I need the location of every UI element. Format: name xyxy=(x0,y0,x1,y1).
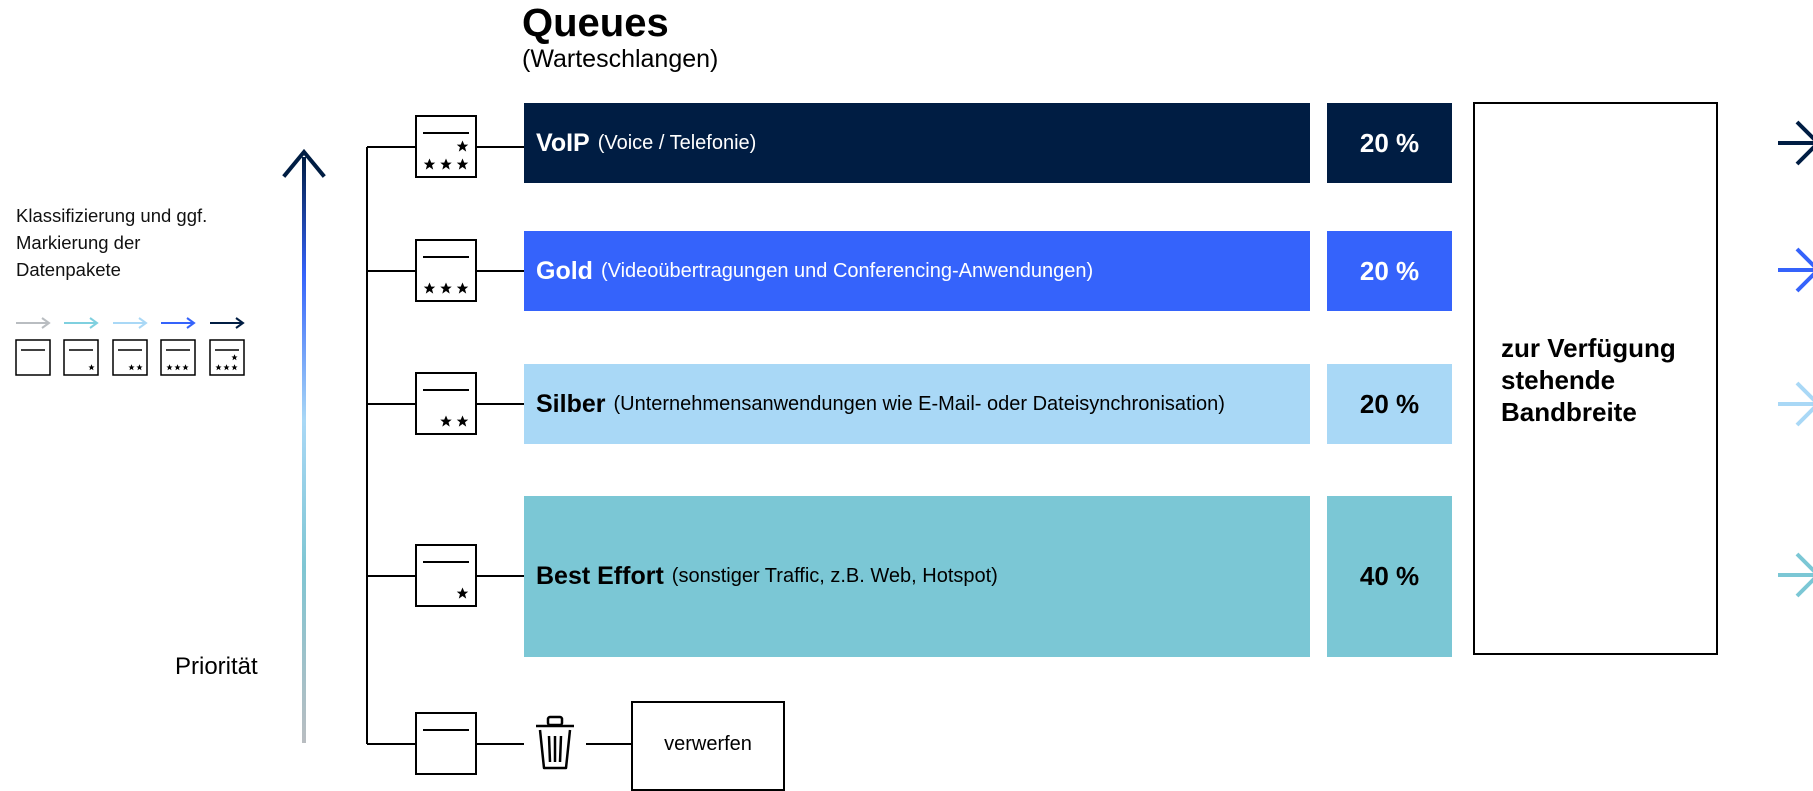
queue-voip-description: (Voice / Telefonie) xyxy=(597,131,757,154)
queue-silber-percent: 20 % xyxy=(1327,364,1452,444)
packet-icon-gold xyxy=(415,239,477,302)
queue-gold-name: Gold xyxy=(536,256,593,285)
output-arrow-best-effort xyxy=(1778,552,1813,598)
queue-connectors xyxy=(366,115,524,775)
page-title: Queues xyxy=(522,1,669,45)
queue-silber-description: (Unternehmensanwendungen wie E-Mail- ode… xyxy=(613,392,1225,415)
page-subtitle: (Warteschlangen) xyxy=(522,45,719,73)
output-arrow-gold xyxy=(1778,247,1813,293)
queue-best-effort-name: Best Effort xyxy=(536,562,664,590)
bandwidth-box: zur Verfügung stehende Bandbreite xyxy=(1473,102,1718,655)
discard-box: verwerfen xyxy=(631,701,785,791)
packet-icon-best-effort xyxy=(415,544,477,607)
queue-best-effort-percent: 40 % xyxy=(1327,496,1452,657)
queue-voip-name: VoIP xyxy=(536,128,590,157)
discard-label: verwerfen xyxy=(664,733,752,755)
packet-icon-silber xyxy=(415,372,477,435)
queue-gold-percent: 20 % xyxy=(1327,231,1452,311)
trash-icon xyxy=(536,715,574,770)
output-arrows xyxy=(1778,120,1813,598)
output-arrow-silber xyxy=(1778,381,1813,427)
queue-voip: VoIP (Voice / Telefonie) xyxy=(524,103,1310,183)
queue-gold-description: (Videoübertragungen und Conferencing-Anw… xyxy=(600,259,1094,282)
discard-path xyxy=(476,715,631,770)
queue-best-effort: Best Effort (sonstiger Traffic, z.B. Web… xyxy=(524,496,1310,657)
output-arrow-voip xyxy=(1778,120,1813,166)
queue-silber-name: Silber xyxy=(536,389,606,418)
queue-silber: Silber (Unternehmensanwendungen wie E-Ma… xyxy=(524,364,1310,444)
queue-best-effort-description: (sonstiger Traffic, z.B. Web, Hotspot) xyxy=(671,565,998,587)
packet-icon-discard xyxy=(415,712,477,775)
queue-gold: Gold (Videoübertragungen und Conferencin… xyxy=(524,231,1310,311)
packet-icon-voip xyxy=(415,115,477,178)
queue-voip-percent: 20 % xyxy=(1327,103,1452,183)
bandwidth-label: zur Verfügung stehende Bandbreite xyxy=(1501,333,1676,427)
